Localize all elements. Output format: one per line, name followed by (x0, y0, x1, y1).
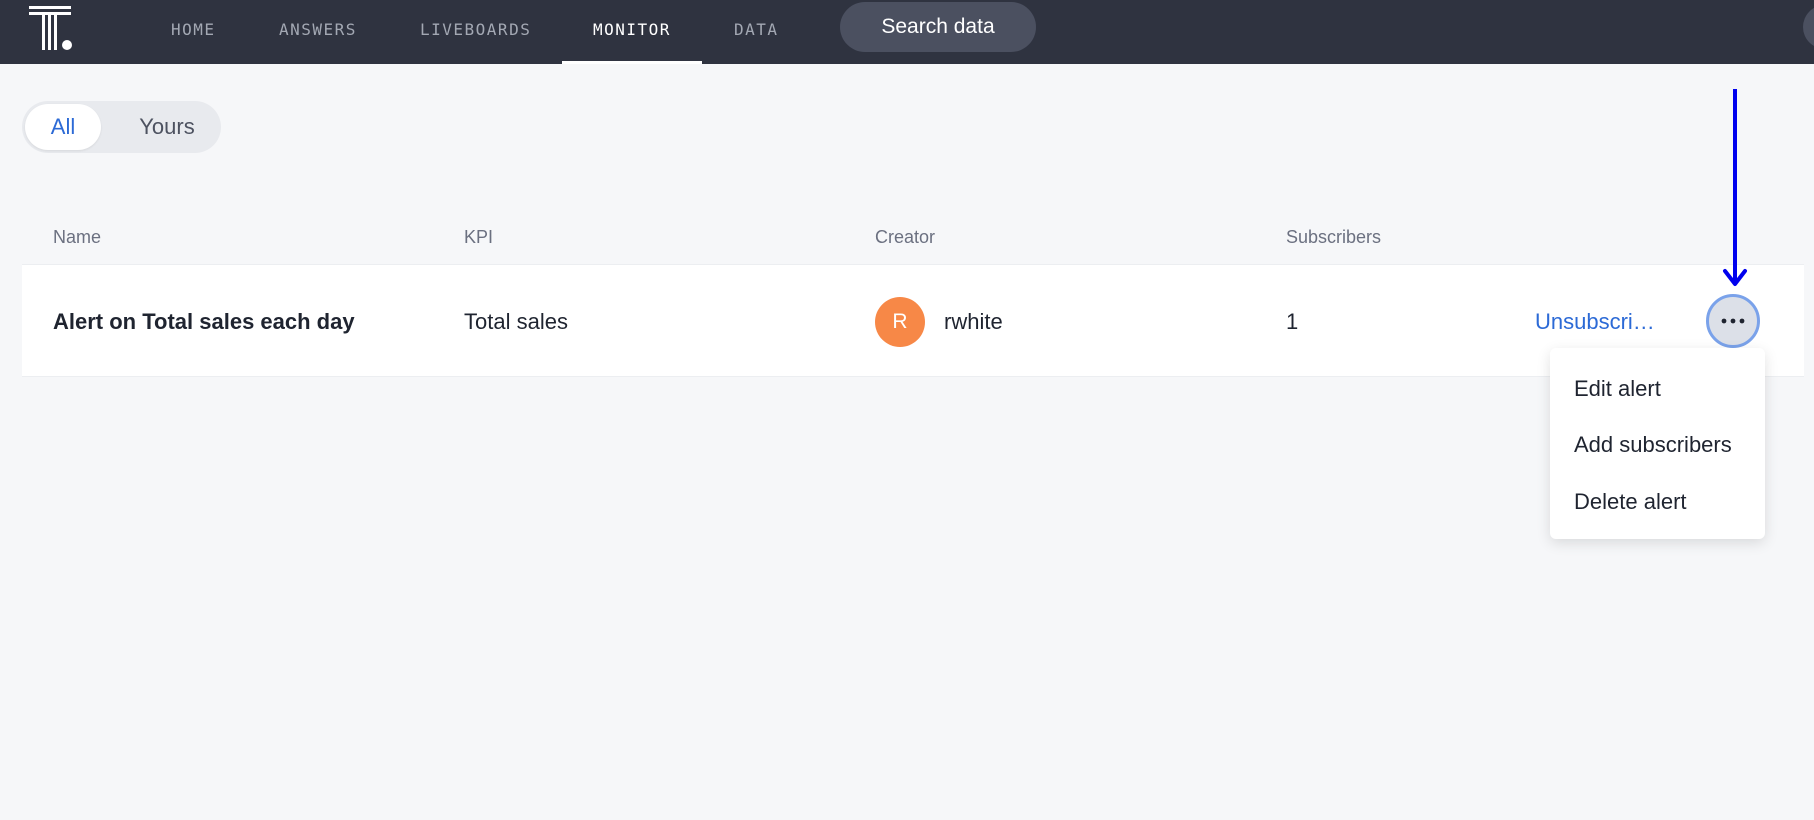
search-data-button[interactable]: Search data (840, 2, 1036, 52)
menu-item-delete-alert[interactable]: Delete alert (1574, 487, 1687, 517)
subscriber-count: 1 (1286, 309, 1299, 334)
filter-yours-option[interactable]: Yours (122, 104, 212, 150)
menu-item-edit-alert[interactable]: Edit alert (1574, 374, 1661, 404)
app-logo[interactable] (29, 4, 77, 52)
column-header-creator[interactable]: Creator (875, 227, 935, 248)
filter-all-option[interactable]: All (25, 104, 101, 150)
column-header-name[interactable]: Name (53, 227, 101, 248)
table-row[interactable]: Alert on Total sales each day Total sale… (22, 264, 1804, 377)
more-horizontal-icon (1721, 318, 1745, 324)
alert-name[interactable]: Alert on Total sales each day (53, 265, 355, 378)
nav-tab-liveboards[interactable]: LIVEBOARDS (420, 0, 531, 64)
more-options-menu: Edit alert Add subscribers Delete alert (1550, 348, 1765, 539)
alert-kpi: Total sales (464, 309, 568, 334)
creator-avatar: R (875, 297, 925, 347)
user-avatar[interactable] (1803, 5, 1814, 49)
annotation-arrow-down-icon (1723, 89, 1747, 286)
active-tab-indicator (562, 61, 702, 64)
more-options-button[interactable] (1706, 294, 1760, 348)
ownership-filter: All Yours (22, 101, 221, 153)
nav-tab-home[interactable]: HOME (171, 0, 216, 64)
column-header-subscribers[interactable]: Subscribers (1286, 227, 1381, 248)
nav-tab-monitor[interactable]: MONITOR (593, 0, 671, 64)
menu-item-add-subscribers[interactable]: Add subscribers (1574, 430, 1732, 460)
top-nav-bar: HOME ANSWERS LIVEBOARDS MONITOR DATA Sea… (0, 0, 1814, 64)
nav-tab-data[interactable]: DATA (734, 0, 779, 64)
column-header-kpi[interactable]: KPI (464, 227, 493, 248)
creator-name: rwhite (944, 309, 1003, 334)
nav-tab-answers[interactable]: ANSWERS (279, 0, 357, 64)
